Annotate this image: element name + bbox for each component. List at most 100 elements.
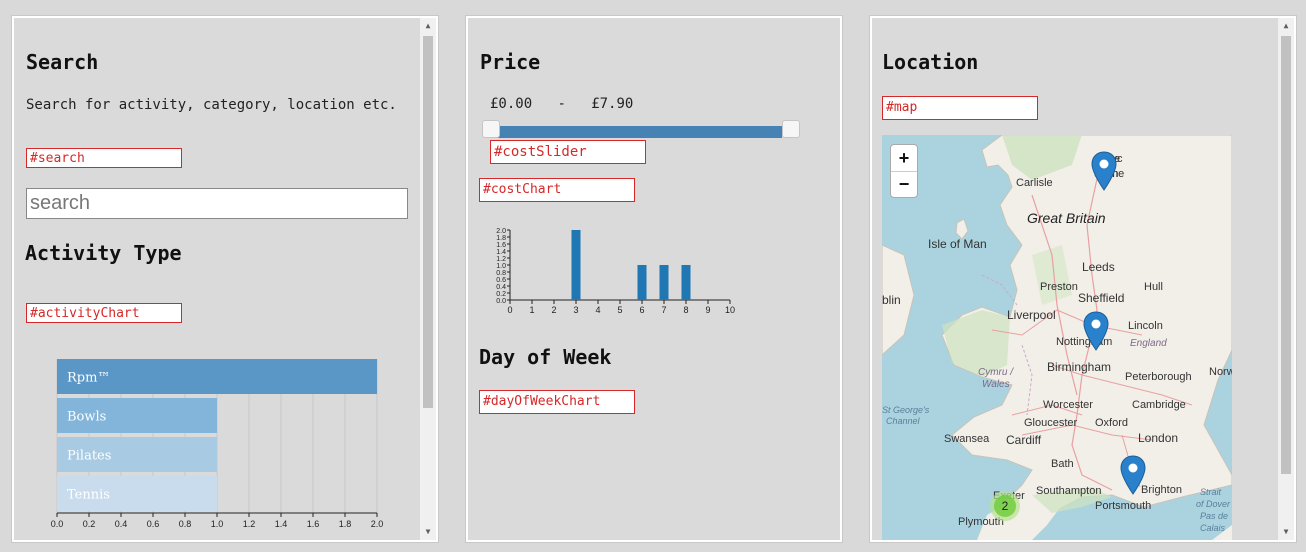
map-label-st-georges: St George's (882, 405, 930, 415)
scroll-up-icon[interactable]: ▲ (420, 18, 436, 34)
x-tick-label: 0 (507, 305, 512, 315)
x-tick-label: 1.0 (211, 519, 224, 529)
y-tick-label: 0.2 (496, 291, 506, 298)
map-label-blin: blin (882, 293, 901, 307)
cost-chart: 0.00.20.40.60.81.01.21.41.61.82.0 0 1 2 3 4 5 6… (496, 228, 735, 315)
bar-label: Tennis (67, 488, 110, 503)
x-tick-label: 0.0 (51, 519, 64, 529)
y-tick-label: 0.0 (496, 298, 506, 305)
zoom-in-button[interactable]: + (891, 145, 917, 172)
x-tick-label: 1.8 (339, 519, 352, 529)
map-label-isle-of-man: Isle of Man (928, 237, 987, 251)
map-marker-icon[interactable] (1120, 455, 1146, 495)
x-tick-label: 0.4 (115, 519, 128, 529)
scroll-up-icon[interactable]: ▲ (1278, 18, 1294, 34)
location-panel: Location #map e ne Carlisle Great Britai… (870, 16, 1296, 542)
map-label-brighton: Brighton (1141, 484, 1182, 496)
scrollbar[interactable]: ▲ ▼ (1278, 18, 1294, 540)
x-tick-label: 2.0 (371, 519, 384, 529)
y-tick-label: 1.2 (496, 256, 506, 263)
bar (571, 230, 581, 300)
map-label-carlisle: Carlisle (1016, 177, 1053, 189)
map-label-calais: Calais (1200, 523, 1226, 533)
x-tick-label: 4 (595, 305, 600, 315)
bar (659, 265, 669, 300)
map-label-worcester: Worcester (1043, 399, 1093, 411)
activity-chart-id-label: #activityChart (26, 303, 182, 323)
y-tick-label: 1.4 (496, 249, 506, 256)
marker-cluster[interactable]: 2 (990, 491, 1020, 521)
marker-cluster-count: 2 (994, 495, 1016, 517)
scroll-down-icon[interactable]: ▼ (1278, 524, 1294, 540)
search-title: Search (26, 50, 99, 74)
x-tick-label: 3 (573, 305, 578, 315)
y-tick-label: 1.8 (496, 235, 506, 242)
map-label-gloucester: Gloucester (1024, 417, 1078, 429)
cost-chart-id-label: #costChart (479, 178, 635, 202)
map-label-hull: Hull (1144, 281, 1163, 293)
zoom-control: + − (890, 144, 918, 198)
scroll-thumb[interactable] (423, 36, 433, 408)
map-label-southampton: Southampton (1036, 485, 1102, 497)
activity-type-title: Activity Type (25, 241, 182, 265)
y-tick-label: 1.6 (496, 242, 506, 249)
x-tick-label: 2 (551, 305, 556, 315)
x-tick-label: 5 (617, 305, 622, 315)
map-marker-icon[interactable] (1091, 151, 1117, 191)
scrollbar[interactable]: ▲ ▼ (420, 18, 436, 540)
x-tick-label: 6 (639, 305, 644, 315)
price-max: £7.90 (591, 96, 634, 112)
bar-label: Rpm™ (67, 371, 110, 386)
price-range: £0.00 - £7.90 (490, 96, 633, 112)
y-tick-label: 0.8 (496, 270, 506, 277)
x-tick-label: 9 (705, 305, 710, 315)
bar (637, 265, 647, 300)
x-tick-label: 0.8 (179, 519, 192, 529)
day-of-week-title: Day of Week (479, 345, 612, 369)
x-tick-label: 1.4 (275, 519, 288, 529)
scroll-down-icon[interactable]: ▼ (420, 524, 436, 540)
map-label-england: England (1130, 338, 1167, 349)
search-panel: Search Search for activity, category, lo… (12, 16, 438, 542)
price-separator: - (557, 96, 566, 112)
x-tick-label: 1.6 (307, 519, 320, 529)
map-label-portsmouth: Portsmouth (1095, 500, 1152, 512)
map-label-bath: Bath (1051, 458, 1074, 470)
x-tick-label: 1 (529, 305, 534, 315)
map-label-channel: Channel (886, 416, 920, 426)
map-label-lincoln: Lincoln (1128, 320, 1163, 332)
map-label-swansea: Swansea (944, 433, 990, 445)
cost-slider-min-handle[interactable] (482, 120, 500, 138)
map-label-strait: Strait (1200, 487, 1222, 497)
scroll-thumb[interactable] (1281, 36, 1291, 474)
y-tick-label: 2.0 (496, 228, 506, 235)
map-label-pas-de: Pas de (1200, 511, 1229, 521)
map-label-birmingham: Birmingham (1047, 360, 1112, 374)
search-description: Search for activity, category, location … (26, 97, 397, 113)
activity-chart: Rpm™ Bowls Pilates Tennis 0.0 0.2 0.4 0.6 0.8 1.0… (51, 359, 384, 529)
map-label-leeds: Leeds (1082, 260, 1115, 274)
map-label-norw: Norw (1209, 366, 1232, 378)
bar-label: Pilates (67, 449, 111, 464)
zoom-out-button[interactable]: − (891, 171, 917, 197)
y-tick-label: 0.6 (496, 277, 506, 284)
map-label-oxford: Oxford (1095, 417, 1129, 429)
x-tick-label: 1.2 (243, 519, 256, 529)
map-label-liverpool: Liverpool (1007, 308, 1056, 322)
map-label-london: London (1138, 431, 1179, 445)
cost-slider-max-handle[interactable] (782, 120, 800, 138)
day-of-week-chart-id-label: #dayOfWeekChart (479, 390, 635, 414)
x-tick-label: 10 (725, 305, 735, 315)
cost-slider-track[interactable] (492, 126, 782, 138)
cost-slider-id-label: #costSlider (490, 140, 646, 164)
map-marker-icon[interactable] (1083, 311, 1109, 351)
map-label-wales: Wales (982, 379, 1010, 390)
search-input[interactable] (26, 188, 408, 219)
map[interactable]: Newc e upon ne Carlisle Great Britain Is… (882, 135, 1232, 540)
map-label-cardiff: Cardiff (1006, 433, 1042, 447)
y-tick-label: 0.4 (496, 284, 506, 291)
bar-label: Bowls (67, 410, 106, 425)
x-tick-label: 0.2 (83, 519, 96, 529)
price-min: £0.00 (490, 96, 533, 112)
y-tick-label: 1.0 (496, 263, 506, 270)
